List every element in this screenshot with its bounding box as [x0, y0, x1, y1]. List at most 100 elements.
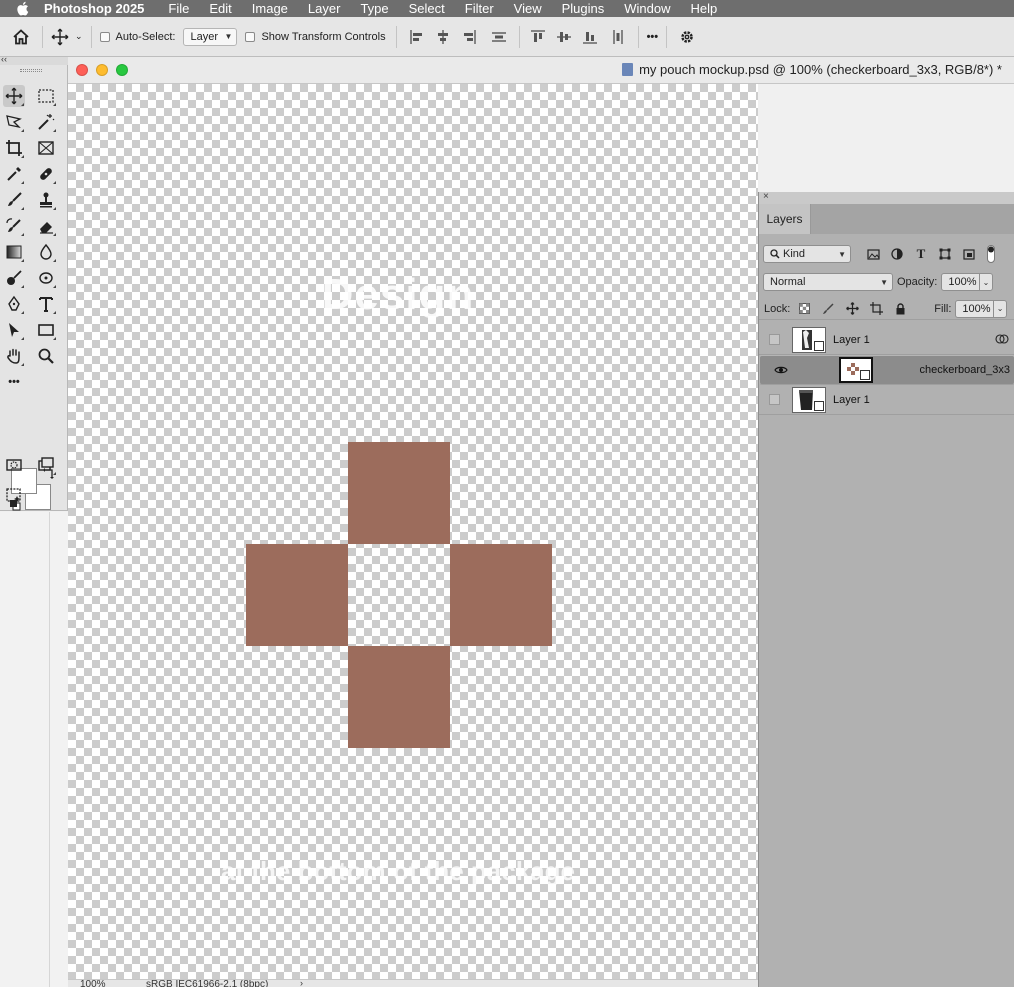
gear-icon[interactable] — [679, 29, 695, 45]
layer-name[interactable]: Layer 1 — [833, 394, 870, 406]
move-tool-button[interactable] — [3, 85, 25, 107]
divider — [42, 25, 43, 48]
menu-type[interactable]: Type — [360, 1, 388, 16]
apple-icon[interactable] — [0, 1, 44, 16]
align-right-edges-icon[interactable] — [461, 29, 477, 45]
flyout-indicator — [21, 155, 24, 158]
filter-toggle-switch[interactable] — [983, 245, 999, 263]
rectangle-tool-button[interactable] — [35, 319, 57, 341]
lock-artboard-icon[interactable] — [868, 301, 884, 317]
fill-field[interactable]: 100% ⌄ — [955, 299, 1008, 318]
screen-mode-button[interactable] — [35, 454, 57, 476]
gradient-tool-button[interactable] — [3, 241, 25, 263]
adjustment-filter-icon[interactable] — [889, 246, 905, 262]
auto-select-dropdown[interactable]: Layer ▼ — [183, 27, 238, 46]
auto-select-checkbox[interactable] — [99, 31, 110, 42]
path-selection-tool-button[interactable] — [3, 319, 25, 341]
menu-layer[interactable]: Layer — [308, 1, 341, 16]
menu-window[interactable]: Window — [624, 1, 670, 16]
pen-tool-button[interactable] — [3, 293, 25, 315]
chevron-right-icon[interactable]: › — [300, 980, 303, 987]
panel-header-strip: × — [759, 191, 1014, 204]
type-filter-icon[interactable]: T — [913, 246, 929, 262]
align-horizontal-centers-icon[interactable] — [435, 29, 451, 45]
smart-object-filter-icon[interactable] — [961, 246, 977, 262]
filter-kind-dropdown[interactable]: Kind ▼ — [763, 245, 851, 263]
menu-view[interactable]: View — [514, 1, 542, 16]
visibility-toggle[interactable] — [766, 355, 796, 385]
visibility-toggle[interactable] — [759, 385, 789, 415]
align-vertical-centers-icon[interactable] — [556, 29, 572, 45]
layer-name[interactable]: checkerboard_3x3 — [919, 364, 1010, 376]
align-left-edges-icon[interactable] — [409, 29, 425, 45]
close-window-button[interactable] — [76, 64, 88, 76]
smart-object-badge-icon — [859, 370, 870, 380]
linked-effects-icon[interactable] — [995, 333, 1011, 348]
flyout-indicator — [21, 129, 24, 132]
clone-stamp-tool-button[interactable] — [35, 189, 57, 211]
history-brush-tool-button[interactable] — [3, 215, 25, 237]
distribute-vertical-icon[interactable] — [491, 29, 507, 45]
generative-button[interactable] — [3, 484, 25, 506]
document-tab[interactable]: my pouch mockup.psd @ 100% (checkerboard… — [622, 62, 1002, 77]
lock-position-icon[interactable] — [844, 301, 860, 317]
dodge-tool-button[interactable] — [3, 267, 25, 289]
eraser-tool-button[interactable] — [35, 215, 57, 237]
menu-select[interactable]: Select — [409, 1, 445, 16]
magic-wand-tool-button[interactable] — [35, 111, 57, 133]
brush-tool-button[interactable] — [3, 189, 25, 211]
frame-tool-button[interactable] — [35, 137, 57, 159]
align-bottom-edges-icon[interactable] — [582, 29, 598, 45]
home-icon[interactable] — [12, 28, 30, 46]
menu-filter[interactable]: Filter — [465, 1, 494, 16]
lock-pixels-brush-icon[interactable] — [820, 301, 836, 317]
crop-tool-button[interactable] — [3, 137, 25, 159]
menu-edit[interactable]: Edit — [209, 1, 231, 16]
search-icon — [770, 249, 780, 259]
layer-row[interactable]: Layer 1 — [759, 385, 1014, 415]
healing-brush-tool-button[interactable] — [35, 163, 57, 185]
blend-mode-dropdown[interactable]: Normal ▼ — [763, 273, 893, 291]
menu-image[interactable]: Image — [252, 1, 288, 16]
pixel-filter-icon[interactable] — [865, 246, 881, 262]
lock-transparent-icon[interactable] — [796, 301, 812, 317]
tab-layers[interactable]: Layers — [759, 204, 811, 234]
quick-mask-button[interactable] — [3, 454, 25, 476]
menu-file[interactable]: File — [168, 1, 189, 16]
menu-plugins[interactable]: Plugins — [562, 1, 605, 16]
align-top-edges-icon[interactable] — [530, 29, 546, 45]
edit-toolbar-button[interactable]: ••• — [3, 371, 25, 393]
document-canvas[interactable]: Design at the bottom of the package — [68, 84, 758, 979]
lasso-tool-button[interactable] — [3, 111, 25, 133]
close-icon[interactable]: × — [763, 191, 769, 202]
layer-row[interactable]: Layer 1 — [759, 325, 1014, 355]
marquee-tool-button[interactable] — [35, 85, 57, 107]
visibility-toggle[interactable] — [759, 325, 789, 355]
options-bar: ⌄ Auto-Select: Layer ▼ Show Transform Co… — [0, 17, 1014, 57]
opacity-field[interactable]: 100% ⌄ — [941, 273, 994, 291]
move-tool-icon[interactable] — [51, 28, 69, 46]
layer-name[interactable]: Layer 1 — [833, 334, 870, 346]
eyedropper-tool-button[interactable] — [3, 163, 25, 185]
menu-app-name[interactable]: Photoshop 2025 — [44, 1, 144, 16]
show-transform-checkbox[interactable] — [245, 31, 256, 42]
collapse-arrows-icon[interactable]: ‹‹ — [1, 54, 7, 64]
lock-all-icon[interactable] — [892, 301, 908, 317]
panel-grip[interactable] — [20, 69, 42, 72]
layer-row-selected[interactable]: checkerboard_3x3 — [759, 355, 1014, 385]
menu-help[interactable]: Help — [691, 1, 718, 16]
panel-collapse-strip[interactable]: ‹‹ — [0, 54, 68, 65]
zoom-window-button[interactable] — [116, 64, 128, 76]
sponge-tool-button[interactable] — [35, 267, 57, 289]
chevron-down-icon[interactable]: ⌄ — [75, 31, 83, 42]
shape-filter-icon[interactable] — [937, 246, 953, 262]
more-options-icon[interactable]: ••• — [647, 31, 659, 43]
distribute-horizontal-icon[interactable] — [610, 29, 626, 45]
zoom-level[interactable]: 100% — [80, 980, 106, 987]
minimize-window-button[interactable] — [96, 64, 108, 76]
hand-tool-button[interactable] — [3, 345, 25, 367]
blur-tool-button[interactable] — [35, 241, 57, 263]
type-tool-button[interactable] — [35, 293, 57, 315]
zoom-tool-button[interactable] — [35, 345, 57, 367]
smart-object-badge-icon — [814, 340, 824, 351]
